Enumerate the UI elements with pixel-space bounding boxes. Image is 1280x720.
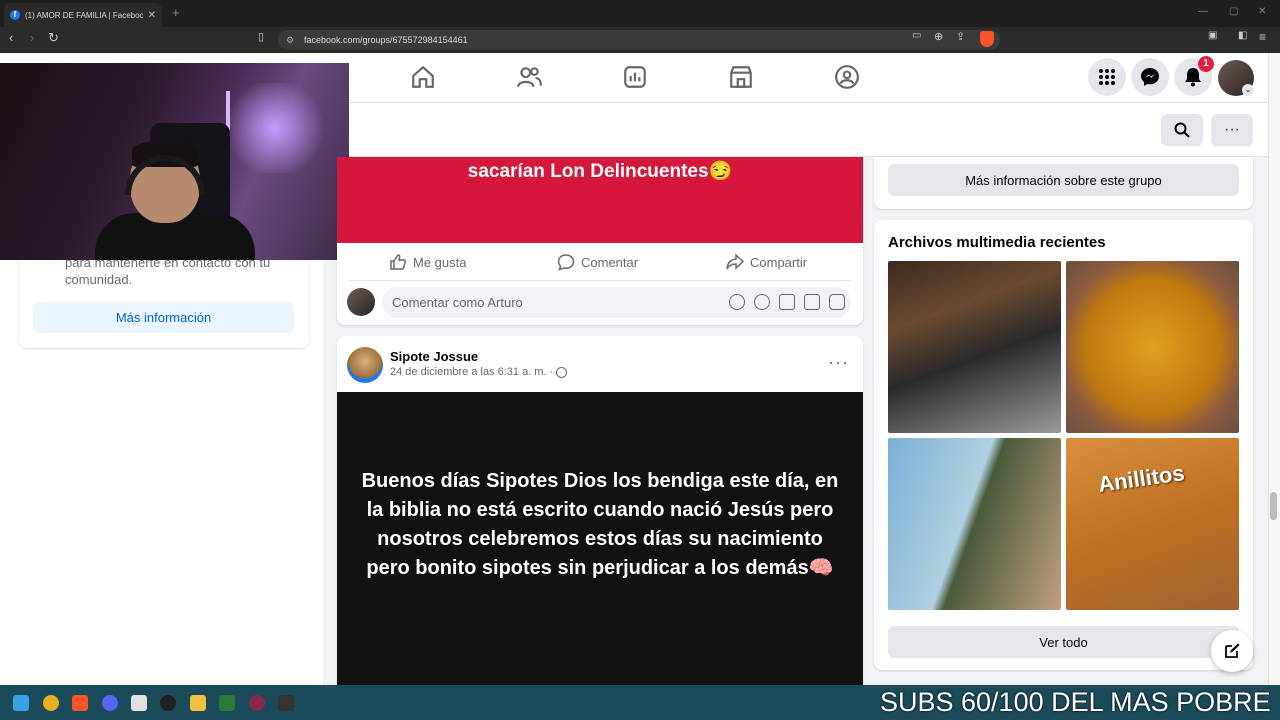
tab-close-icon[interactable]: ✕ [148, 10, 156, 21]
menu-grid-button[interactable] [1088, 58, 1126, 96]
friends-icon[interactable] [516, 64, 542, 90]
post-options-icon[interactable]: ··· [828, 352, 849, 373]
new-tab-icon[interactable]: + [172, 5, 180, 20]
marketplace-icon[interactable] [728, 64, 754, 90]
discord-icon[interactable] [102, 695, 118, 711]
reload-icon[interactable]: ↻ [48, 30, 59, 46]
menu-icon[interactable]: ≡ [1259, 30, 1266, 44]
gif-icon[interactable] [804, 294, 820, 310]
media-brand-text: Anillitos [1096, 460, 1187, 497]
file-explorer-icon[interactable] [190, 695, 206, 711]
comment-label: Comentar [581, 254, 639, 270]
messenger-icon [1141, 68, 1159, 86]
obs-icon[interactable] [160, 695, 176, 711]
app-coin-icon[interactable] [43, 695, 59, 711]
more-info-group-button[interactable]: Más información sobre este grupo [888, 164, 1239, 196]
browser-tab[interactable]: f (1) AMOR DE FAMILIA | Facebook ✕ [4, 3, 162, 27]
ellipsis-icon: ··· [1224, 121, 1240, 138]
share-button[interactable]: Compartir [726, 252, 807, 272]
scrollbar-thumb[interactable] [1270, 492, 1277, 520]
post-image[interactable]: sacarían Lon Delincuentes😏 [337, 157, 863, 243]
app-terminal-icon[interactable] [278, 695, 294, 711]
media-thumbnail[interactable] [1066, 261, 1239, 433]
post-timestamp[interactable]: 24 de diciembre a las 6:31 a. m. · [390, 366, 553, 378]
gamepad-icon[interactable] [219, 695, 235, 711]
maximize-icon[interactable]: ▢ [1229, 6, 1238, 17]
sidebar-icon[interactable]: ◧ [1238, 30, 1247, 41]
app-circle-icon[interactable] [249, 695, 265, 711]
globe-icon [556, 367, 567, 378]
account-chevron-down-icon[interactable]: ⌄ [1242, 84, 1254, 96]
bookmark-icon[interactable]: ▯ [258, 30, 264, 43]
back-icon[interactable]: ‹ [9, 30, 13, 45]
windows-start-icon[interactable] [13, 695, 29, 711]
media-thumbnail[interactable]: Anillitos [1066, 438, 1239, 610]
browser-tab-bar [0, 0, 1280, 27]
group-search-button[interactable] [1161, 114, 1203, 146]
media-section-title: Archivos multimedia recientes [888, 234, 1106, 251]
group-subheader [323, 103, 1268, 157]
compose-icon [1225, 643, 1240, 658]
grid-icon [1099, 69, 1115, 85]
webcam-overlay [0, 63, 349, 260]
more-info-button[interactable]: Más información [33, 302, 294, 333]
wallet-icon[interactable]: ▣ [1208, 30, 1217, 41]
search-icon [1174, 122, 1190, 138]
store-icon[interactable] [131, 695, 147, 711]
group-more-options-button[interactable]: ··· [1211, 114, 1253, 146]
video-icon[interactable] [622, 64, 648, 90]
like-label: Me gusta [413, 254, 467, 270]
brave-browser-icon[interactable] [72, 695, 88, 711]
cast-icon[interactable]: ▭ [912, 30, 921, 41]
bell-icon [1185, 68, 1201, 87]
post-author[interactable]: Sipote Jossue [390, 349, 478, 364]
comment-placeholder: Comentar como Arturo [392, 295, 523, 310]
tab-title: (1) AMOR DE FAMILIA | Facebook [25, 10, 143, 20]
comment-icon [557, 254, 575, 271]
comment-button[interactable]: Comentar [557, 252, 638, 272]
new-message-button[interactable] [1211, 630, 1253, 672]
zoom-icon[interactable]: ⊕ [934, 30, 943, 43]
facebook-favicon-icon: f [10, 10, 20, 20]
share-icon[interactable]: ⇪ [956, 30, 965, 43]
stream-overlay-text: SUBS 60/100 DEL MAS POBRE [880, 687, 1271, 717]
media-thumbnail[interactable] [888, 261, 1061, 433]
brave-shield-icon[interactable] [980, 31, 994, 47]
emoji-icon[interactable] [754, 294, 770, 310]
site-info-icon[interactable]: ⚙ [286, 35, 294, 46]
share-label: Compartir [750, 254, 808, 270]
media-thumbnail[interactable] [888, 438, 1061, 610]
divider [349, 280, 851, 281]
like-button[interactable]: Me gusta [389, 252, 466, 272]
post-image-text: sacarían Lon Delincuentes😏 [467, 161, 733, 182]
forward-icon[interactable]: › [30, 30, 34, 45]
messenger-button[interactable] [1131, 58, 1169, 96]
share-arrow-icon [726, 253, 744, 270]
post-text-image[interactable]: Buenos días Sipotes Dios los bendiga est… [337, 392, 863, 685]
scrollbar-track[interactable] [1268, 53, 1280, 685]
url-text: facebook.com/groups/675572984154461 [304, 35, 468, 45]
camera-icon[interactable] [779, 294, 795, 310]
minimize-icon[interactable]: — [1198, 6, 1208, 17]
sticker-icon[interactable] [829, 294, 845, 310]
commenter-avatar [347, 288, 375, 316]
notification-badge: 1 [1198, 56, 1214, 72]
avatar-sticker-icon[interactable] [729, 294, 745, 310]
post-body-text: Buenos días Sipotes Dios los bendiga est… [361, 470, 839, 579]
window-close-icon[interactable]: ✕ [1258, 6, 1266, 17]
thumbs-up-icon [390, 254, 407, 270]
author-avatar[interactable] [347, 347, 383, 383]
groups-icon[interactable] [834, 64, 860, 90]
url-input[interactable]: ⚙ facebook.com/groups/675572984154461 [278, 30, 1000, 50]
view-all-button[interactable]: Ver todo [888, 626, 1239, 658]
home-icon[interactable] [410, 64, 436, 90]
